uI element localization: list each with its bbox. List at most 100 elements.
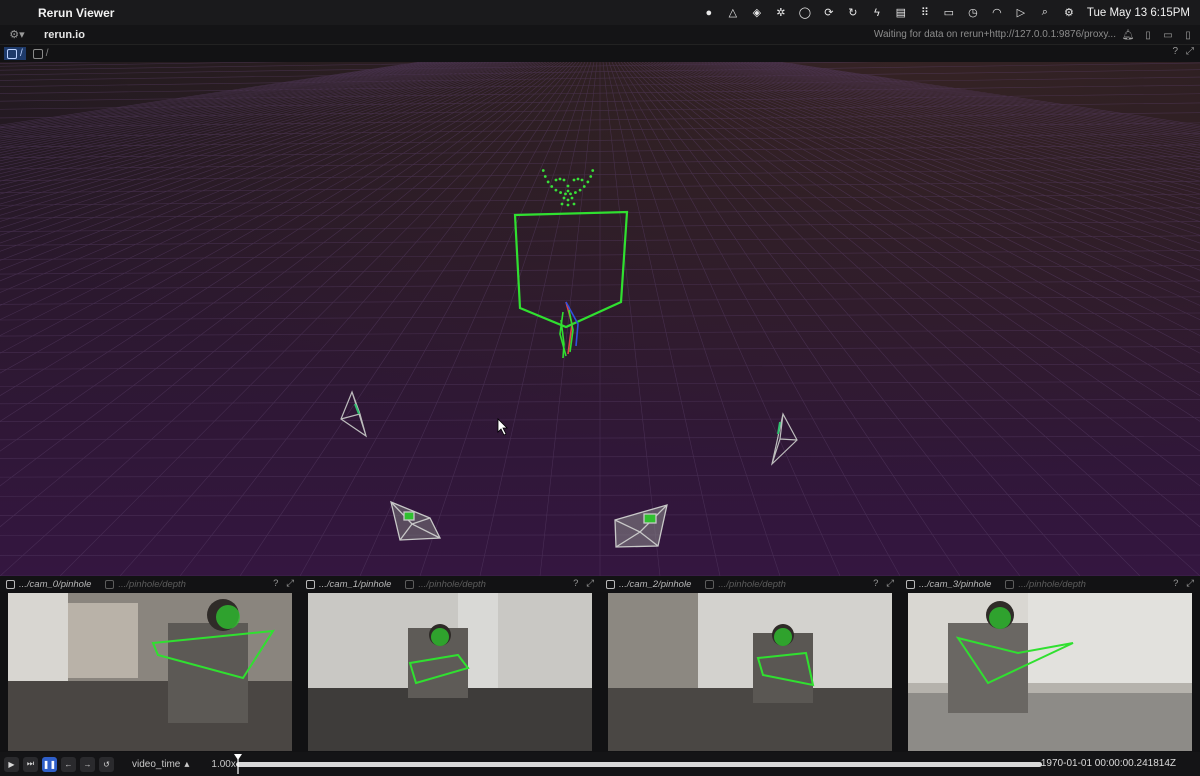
camera-view-3[interactable]: .../cam_3/pinhole .../pinhole/depth ? ⤢: [900, 576, 1200, 752]
step-back-button[interactable]: ←: [61, 756, 76, 772]
current-time[interactable]: 1970-01-01 00:00:00.241814Z: [1041, 758, 1176, 769]
face-landmark-point: [554, 178, 558, 182]
2d-view-icon: [405, 579, 415, 589]
tab-2d-view[interactable]: /: [30, 47, 52, 60]
flash-icon[interactable]: ϟ: [865, 0, 889, 25]
maximize-icon[interactable]: ⤢: [886, 578, 894, 589]
help-button[interactable]: ?: [1173, 578, 1178, 589]
wifi-icon[interactable]: ◠: [985, 0, 1009, 25]
bottom-panel-toggle-icon[interactable]: ▭: [1160, 27, 1176, 43]
face-landmark-point: [572, 178, 576, 182]
time-cursor-icon[interactable]: [234, 754, 242, 774]
camera-image-1[interactable]: [308, 593, 592, 751]
play-button[interactable]: ▶: [4, 756, 19, 772]
help-button[interactable]: ?: [873, 578, 878, 589]
3d-scene[interactable]: [0, 62, 1200, 576]
3d-view-icon: [7, 48, 17, 59]
depth-entity-name: .../pinhole/depth: [418, 578, 486, 590]
help-button[interactable]: ?: [1172, 46, 1178, 57]
camera-views-row: .../cam_0/pinhole .../pinhole/depth ? ⤢ .…: [0, 576, 1200, 752]
panel-toggles: 🔔︎ ▯ ▭ ▯: [1120, 27, 1196, 43]
tab-3d-view[interactable]: /: [4, 47, 26, 60]
system-tray: ● △ ◈ ✲ ◯ ⟳ ↻ ϟ ▤ ⠿ ▭ ◷ ◠ ▷ ⌕ ⚙ Tue May …: [697, 0, 1190, 25]
camera-entity-name[interactable]: .../cam_3/pinhole: [919, 579, 991, 590]
play-icon[interactable]: ▷: [1009, 0, 1033, 25]
maximize-icon[interactable]: ⤢: [286, 578, 294, 589]
2d-view-icon: [6, 579, 15, 589]
depth-entity-tab[interactable]: .../pinhole/depth: [699, 579, 786, 590]
face-landmark-point: [554, 188, 558, 192]
search-icon[interactable]: ⌕: [1033, 0, 1057, 25]
app-top-bar: ⚙▾ rerun.io Waiting for data on rerun+ht…: [0, 25, 1200, 45]
depth-entity-tab[interactable]: .../pinhole/depth: [999, 579, 1086, 590]
depth-entity-name: .../pinhole/depth: [718, 578, 786, 590]
face-landmark-point: [566, 203, 570, 207]
depth-entity-tab[interactable]: .../pinhole/depth: [399, 579, 486, 590]
face-landmark-point: [578, 188, 582, 192]
face-landmark-point: [558, 177, 562, 181]
openai-icon[interactable]: ✲: [769, 0, 793, 25]
maximize-icon[interactable]: ⤢: [586, 578, 594, 589]
camera-entity-name[interactable]: .../cam_0/pinhole: [19, 579, 91, 590]
timeline-name: video_time: [132, 758, 181, 770]
loop-button[interactable]: ↺: [99, 756, 114, 772]
depth-entity-tab[interactable]: .../pinhole/depth: [99, 579, 186, 590]
time-scrubber[interactable]: [236, 762, 1042, 767]
face-landmark-point: [560, 202, 564, 206]
macos-menu-bar: Rerun Viewer ● △ ◈ ✲ ◯ ⟳ ↻ ϟ ▤ ⠿ ▭ ◷ ◠ ▷…: [0, 0, 1200, 25]
camera-image-3[interactable]: [908, 593, 1192, 751]
timeline-selector[interactable]: video_time ▴: [132, 759, 189, 770]
2d-view-icon: [906, 579, 915, 589]
battery-icon[interactable]: ▭: [937, 0, 961, 25]
2d-view-icon: [1005, 579, 1015, 589]
spatial-3d-view[interactable]: [0, 62, 1200, 576]
warp-icon[interactable]: △: [721, 0, 745, 25]
camera-image-0[interactable]: [8, 593, 292, 751]
step-forward-button[interactable]: ⏭: [23, 756, 38, 772]
menu-clock[interactable]: Tue May 13 6:15PM: [1087, 7, 1190, 19]
tab-2d-view-label: /: [45, 48, 49, 59]
camera-view-1[interactable]: .../cam_1/pinhole .../pinhole/depth ? ⤢: [300, 576, 600, 752]
face-landmark-point: [562, 196, 566, 200]
face-landmark-point: [572, 202, 576, 206]
camera-view-0[interactable]: .../cam_0/pinhole .../pinhole/depth ? ⤢: [0, 576, 300, 752]
control-center-icon[interactable]: ⚙: [1057, 0, 1081, 25]
camera-entity-name[interactable]: .../cam_2/pinhole: [619, 579, 691, 590]
pause-button[interactable]: ❚❚: [42, 756, 57, 772]
timeline-panel: ▶ ⏭ ❚❚ ← → ↺ video_time ▴ 1.00x 1970-01-…: [0, 752, 1200, 776]
connection-status: Waiting for data on rerun+http://127.0.0…: [873, 29, 1116, 40]
step-next-button[interactable]: →: [80, 756, 95, 772]
face-landmark-point: [580, 178, 584, 182]
playback-speed[interactable]: 1.00x: [211, 759, 235, 770]
depth-entity-name: .../pinhole/depth: [118, 578, 186, 590]
face-landmark-point: [591, 169, 595, 172]
camera-view-header: .../cam_1/pinhole .../pinhole/depth ? ⤢: [300, 576, 600, 592]
face-landmark-point: [566, 189, 570, 193]
grid-icon[interactable]: ⠿: [913, 0, 937, 25]
camera-view-header: .../cam_2/pinhole .../pinhole/depth ? ⤢: [600, 576, 900, 592]
help-button[interactable]: ?: [273, 578, 278, 589]
refresh-icon[interactable]: ⟳: [817, 0, 841, 25]
circle-icon[interactable]: ◯: [793, 0, 817, 25]
help-button[interactable]: ?: [573, 578, 578, 589]
app-name[interactable]: Rerun Viewer: [38, 6, 114, 20]
camera-entity-name[interactable]: .../cam_1/pinhole: [319, 579, 391, 590]
clipboard-icon[interactable]: ▤: [889, 0, 913, 25]
camera-view-2[interactable]: .../cam_2/pinhole .../pinhole/depth ? ⤢: [600, 576, 900, 752]
camera-view-header: .../cam_0/pinhole .../pinhole/depth ? ⤢: [0, 576, 300, 592]
record-icon[interactable]: ●: [697, 0, 721, 25]
camera-image-2[interactable]: [608, 593, 892, 751]
face-landmark-point: [566, 198, 570, 202]
rerun-menu-icon[interactable]: ⚙▾: [0, 28, 34, 41]
left-panel-toggle-icon[interactable]: ▯: [1140, 27, 1156, 43]
history-icon[interactable]: ◷: [961, 0, 985, 25]
maximize-icon[interactable]: ⤢: [1186, 46, 1194, 57]
brand-link[interactable]: rerun.io: [44, 29, 85, 41]
sync-icon[interactable]: ↻: [841, 0, 865, 25]
vpn-icon[interactable]: ◈: [745, 0, 769, 25]
notification-bell-icon[interactable]: 🔔︎: [1120, 27, 1136, 43]
maximize-icon[interactable]: ⤢: [1186, 578, 1194, 589]
right-panel-toggle-icon[interactable]: ▯: [1180, 27, 1196, 43]
face-landmark-point: [574, 191, 577, 194]
2d-view-icon: [705, 579, 715, 589]
